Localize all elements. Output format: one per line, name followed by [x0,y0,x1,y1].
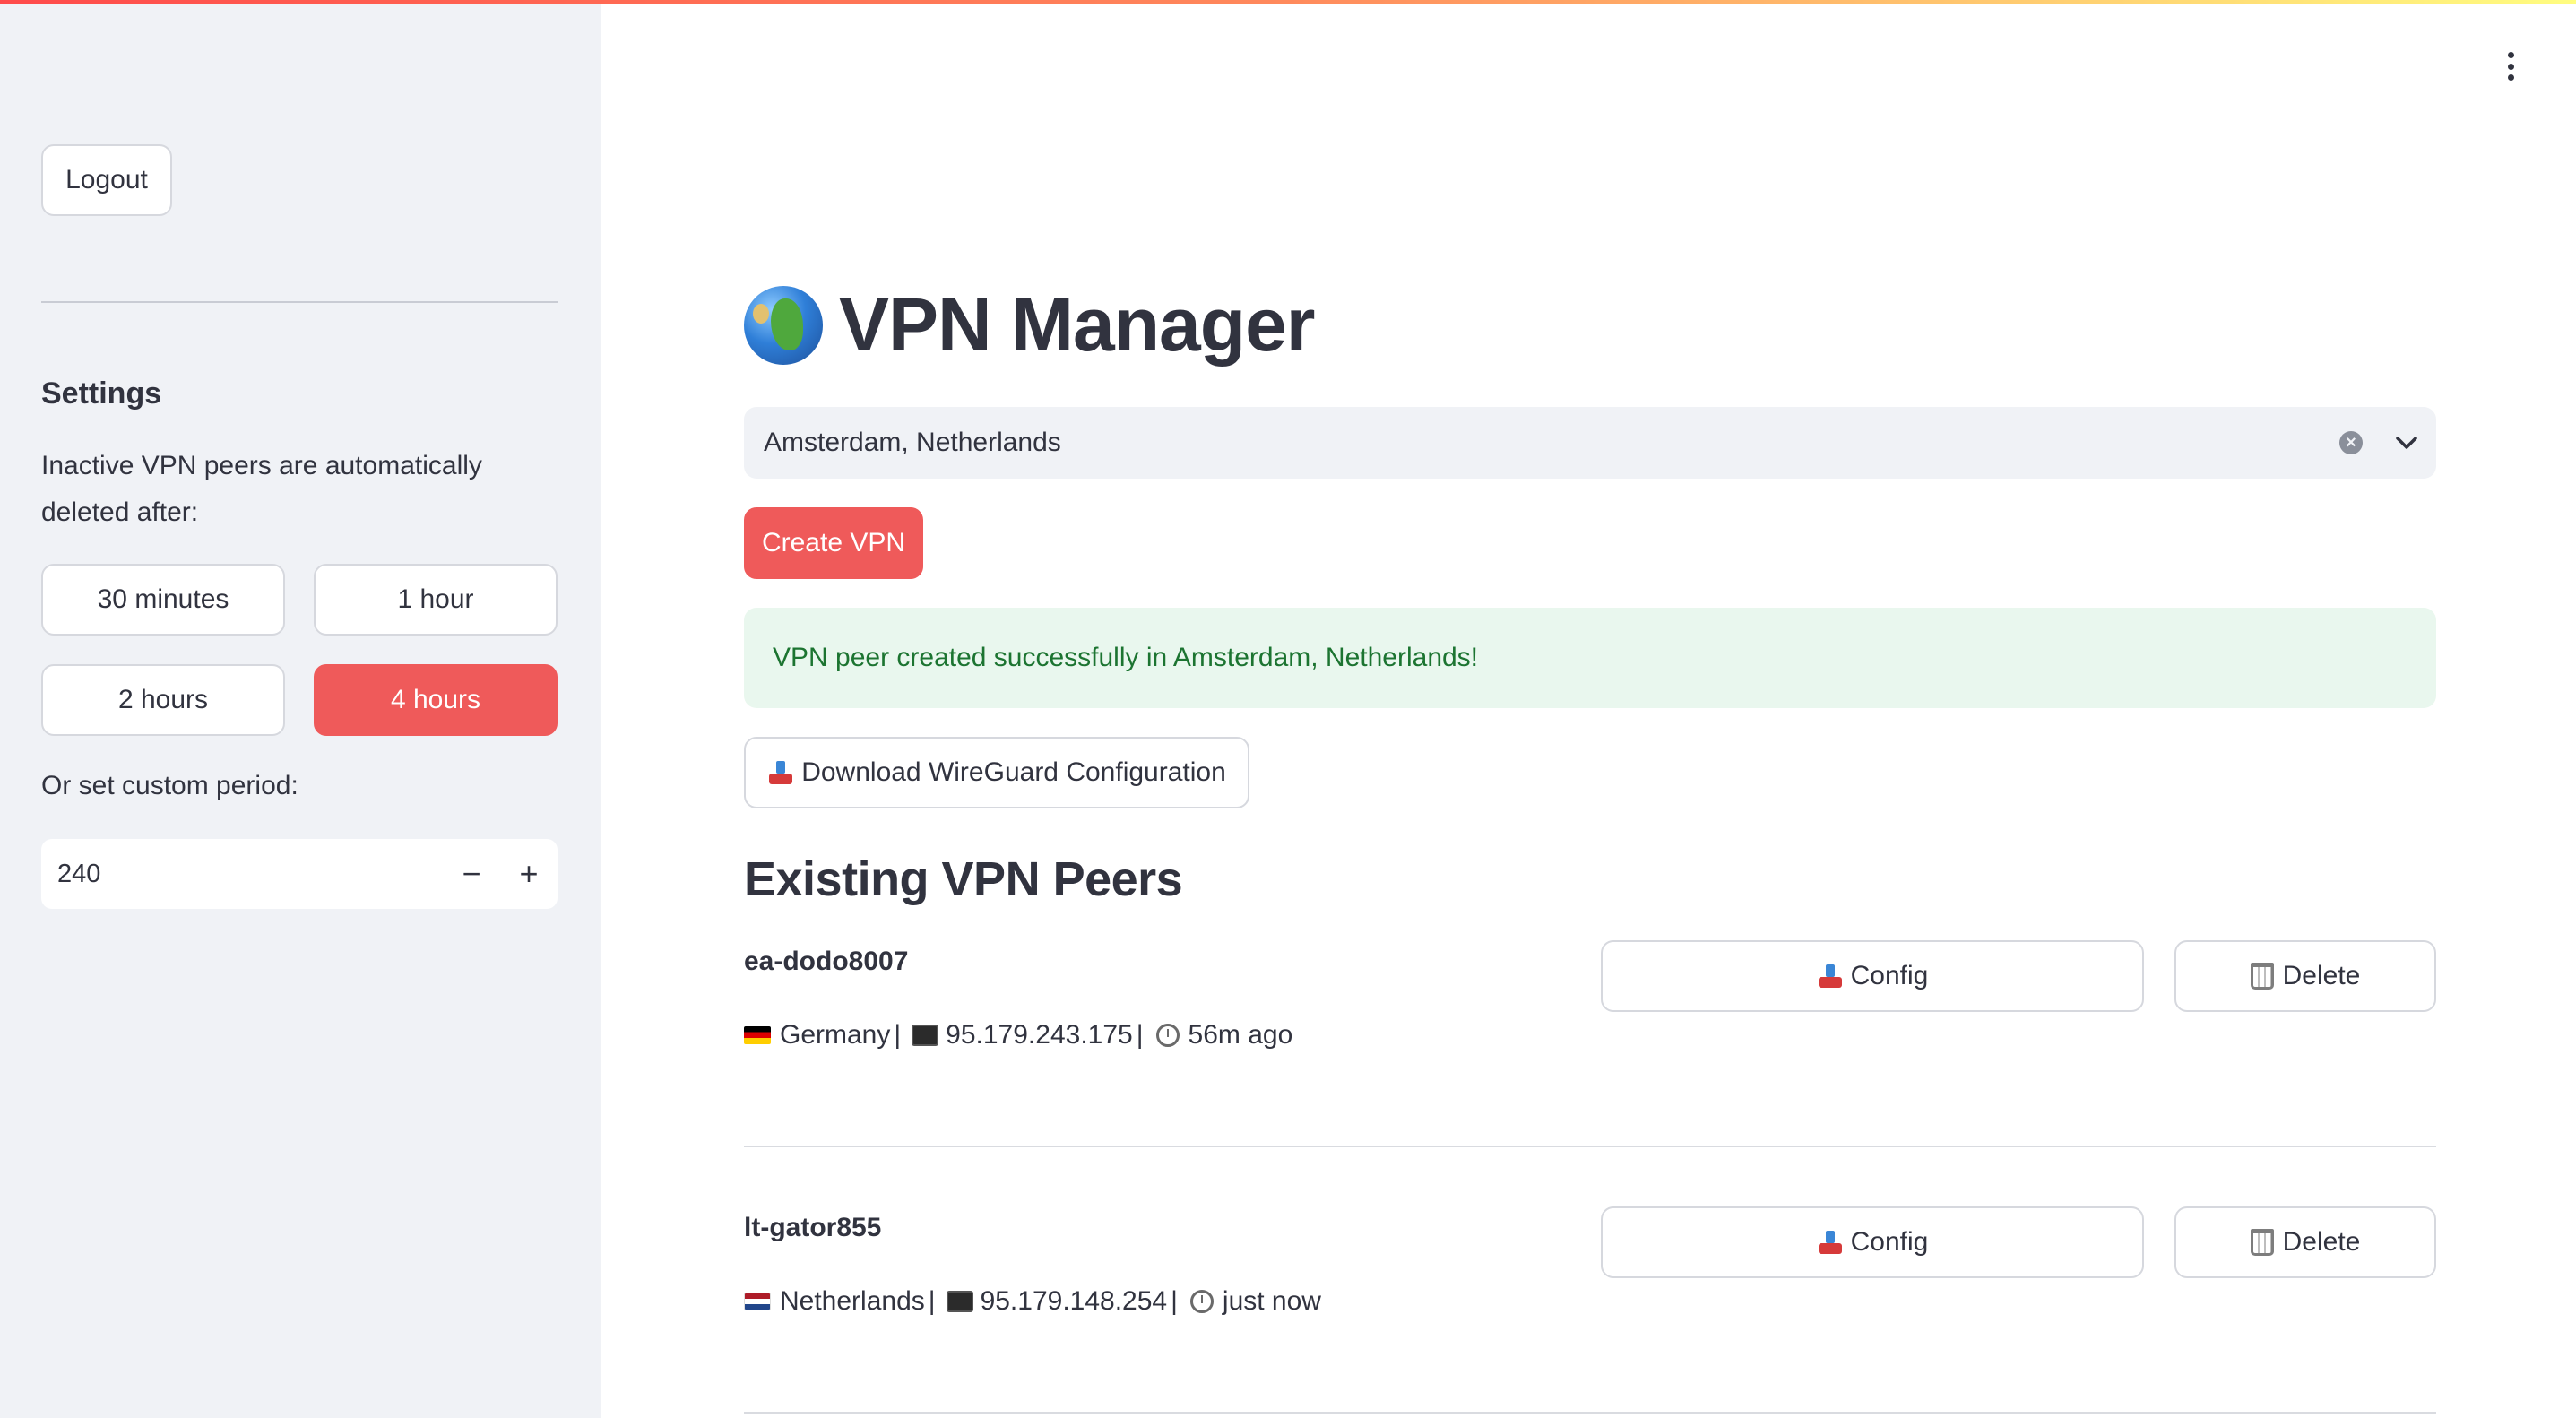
peer-divider [744,1146,2436,1147]
inbox-tray-icon [1817,1231,1844,1254]
peer-meta: Netherlands | 95.179.148.254 | just now [744,1286,1321,1317]
peer-name: ea-dodo8007 [744,947,909,976]
settings-heading: Settings [41,376,162,411]
peer-delete-button[interactable]: Delete [2174,1206,2436,1278]
separator: | [894,1020,902,1050]
netherlands-flag-icon [744,1293,771,1310]
success-alert: VPN peer created successfully in Amsterd… [744,608,2436,708]
timer-icon [1155,1024,1180,1047]
peer-country: Germany [780,1020,891,1050]
peers-heading: Existing VPN Peers [744,852,1183,906]
peer-country: Netherlands [780,1286,925,1316]
inbox-tray-icon [767,761,794,784]
page-title: VPN Manager [744,281,1315,368]
sidebar: Logout Settings Inactive VPN peers are a… [0,0,601,1418]
wastebasket-icon [2250,963,2274,990]
monitor-icon [946,1291,973,1312]
peer-age: just now [1222,1286,1321,1316]
location-select-value[interactable]: Amsterdam, Netherlands [764,428,2339,458]
config-label: Config [1850,1227,1929,1257]
config-label: Config [1850,961,1929,990]
page-title-text: VPN Manager [839,282,1315,367]
sidebar-divider [41,301,558,303]
peer-delete-button[interactable]: Delete [2174,940,2436,1012]
increment-button[interactable]: + [500,839,558,909]
peer-divider [744,1412,2436,1414]
decrement-button[interactable]: − [443,839,500,909]
chevron-down-icon[interactable] [2384,436,2429,450]
clear-icon[interactable]: × [2339,431,2363,454]
delete-label: Delete [2282,961,2361,990]
period-button-4-hours[interactable]: 4 hours [314,664,558,736]
wastebasket-icon [2250,1229,2274,1256]
delete-label: Delete [2282,1227,2361,1257]
peer-ip: 95.179.243.175 [946,1020,1133,1050]
separator: | [1136,1020,1144,1050]
separator: | [928,1286,936,1316]
main-menu-icon[interactable] [2497,48,2524,84]
period-button-1-hour[interactable]: 1 hour [314,564,558,636]
location-select[interactable]: Amsterdam, Netherlands × [744,407,2436,479]
separator: | [1171,1286,1178,1316]
top-decoration-bar [0,0,2576,4]
peer-config-button[interactable]: Config [1601,1206,2144,1278]
settings-description: Inactive VPN peers are automatically del… [41,451,482,527]
timer-icon [1189,1290,1214,1313]
peer-ip: 95.179.148.254 [980,1286,1168,1316]
globe-icon [744,285,823,365]
peer-meta: Germany | 95.179.243.175 | 56m ago [744,1020,1292,1051]
custom-period-label: Or set custom period: [41,771,298,800]
inbox-tray-icon [1817,964,1844,988]
period-button-30-minutes[interactable]: 30 minutes [41,564,285,636]
download-config-label: Download WireGuard Configuration [801,757,1226,787]
custom-period-value[interactable]: 240 [41,860,443,889]
peer-name: lt-gator855 [744,1213,882,1242]
peer-config-button[interactable]: Config [1601,940,2144,1012]
success-message: VPN peer created successfully in Amsterd… [773,643,1479,672]
custom-period-input[interactable]: 240 − + [41,839,558,909]
logout-button[interactable]: Logout [41,144,172,216]
germany-flag-icon [744,1026,771,1044]
period-button-2-hours[interactable]: 2 hours [41,664,285,736]
download-config-button[interactable]: Download WireGuard Configuration [744,737,1249,808]
create-vpn-button[interactable]: Create VPN [744,507,923,579]
monitor-icon [912,1025,939,1046]
peer-age: 56m ago [1188,1020,1293,1050]
